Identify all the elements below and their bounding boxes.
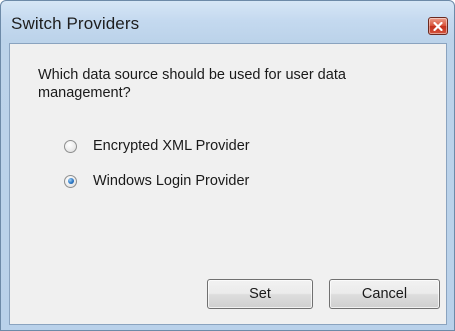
dialog-body: Which data source should be used for use… — [9, 43, 447, 325]
radio-option-encrypted-xml[interactable]: Encrypted XML Provider — [64, 138, 250, 154]
radio-option-windows-login[interactable]: Windows Login Provider — [64, 173, 249, 189]
close-button[interactable] — [428, 17, 448, 35]
radio-button-checked[interactable] — [64, 174, 77, 188]
radio-button-unchecked[interactable] — [64, 139, 77, 153]
radio-label-encrypted-xml[interactable]: Encrypted XML Provider — [93, 138, 250, 154]
window-title: Switch Providers — [11, 14, 140, 33]
title-bar[interactable]: Switch Providers — [1, 1, 454, 43]
close-icon — [433, 21, 443, 31]
cancel-button[interactable]: Cancel — [329, 279, 440, 309]
radio-label-windows-login[interactable]: Windows Login Provider — [93, 173, 249, 189]
set-button[interactable]: Set — [207, 279, 313, 309]
dialog-window: Switch Providers Which data source shoul… — [0, 0, 455, 331]
question-text: Which data source should be used for use… — [38, 67, 346, 101]
